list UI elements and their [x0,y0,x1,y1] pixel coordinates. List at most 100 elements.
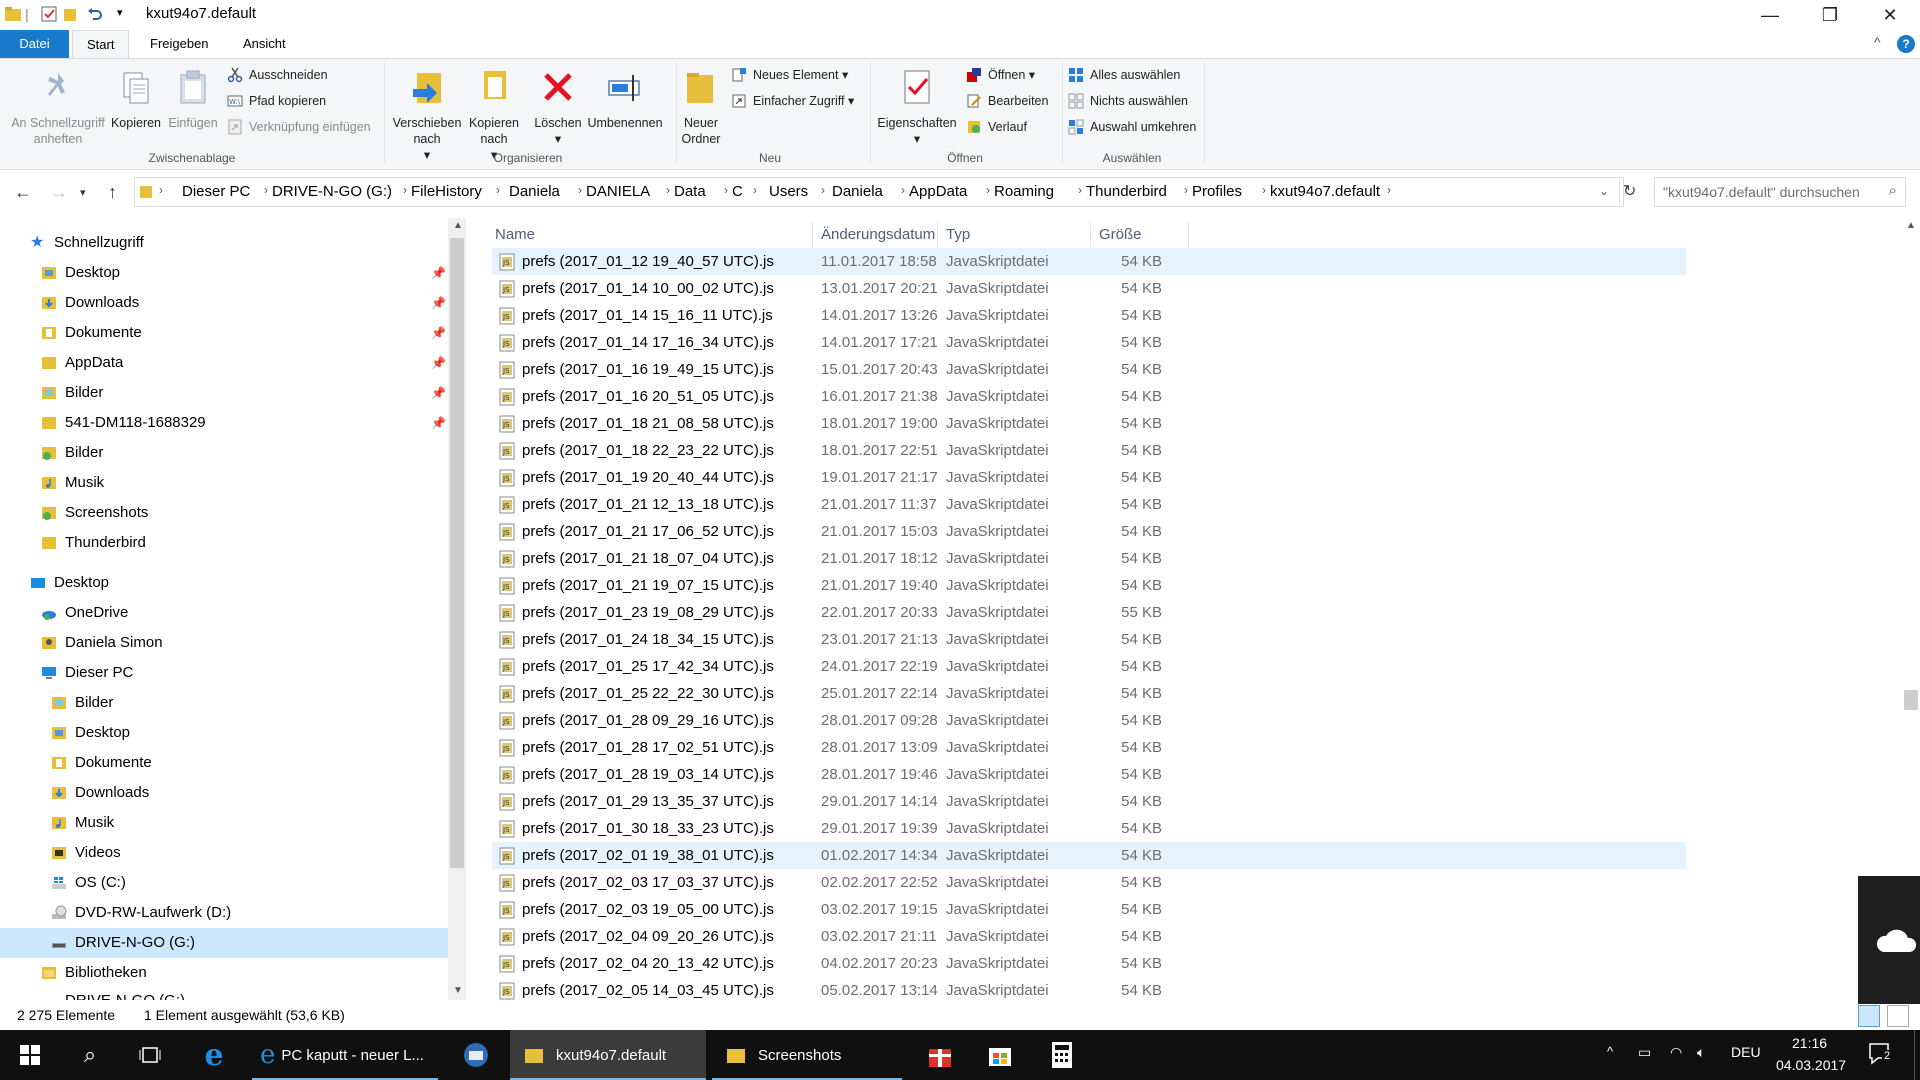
move-to-button[interactable]: Verschieben nach ▾ [388,63,466,163]
copy-to-button[interactable]: Kopieren nach ▾ [462,63,526,163]
file-row[interactable]: JS prefs (2017_01_14 10_00_02 UTC).js 13.0… [492,275,1686,302]
nav-quick-screenshots[interactable]: Screenshots [42,498,148,528]
file-row[interactable]: JS prefs (2017_01_14 15_16_11 UTC).js 14.0… [492,302,1686,329]
new-folder-quick-icon[interactable] [62,5,80,23]
invert-selection-button[interactable]: Auswahl umkehren [1068,117,1196,137]
nav-quick-desktop[interactable]: Desktop [42,258,120,288]
up-arrow-icon[interactable]: ↑ [108,182,117,203]
file-row[interactable]: JS prefs (2017_01_16 19_49_15 UTC).js 15.0… [492,356,1686,383]
nav-onedrive[interactable]: OneDrive [42,598,128,628]
file-row[interactable]: JS prefs (2017_01_12 19_40_57 UTC).js 11.0… [492,248,1686,275]
nav-pc-drive-c[interactable]: OS (C:) [52,868,126,898]
thunderbird-button[interactable] [446,1030,506,1080]
file-row[interactable]: JS prefs (2017_01_29 13_35_37 UTC).js 29.0… [492,788,1686,815]
scroll-down-icon[interactable]: ▼ [453,985,463,996]
clock-time[interactable]: 21:16 [1792,1035,1827,1051]
select-all-button[interactable]: Alles auswählen [1068,65,1180,85]
show-desktop-button[interactable] [1914,1030,1920,1080]
file-row[interactable]: JS prefs (2017_01_21 18_07_04 UTC).js 21.0… [492,545,1686,572]
nav-user[interactable]: Daniela Simon [42,628,163,658]
nav-this-pc[interactable]: Dieser PC [42,658,133,688]
collapse-ribbon-icon[interactable]: ^ [1874,34,1881,50]
breadcrumb-item[interactable]: Data [674,183,706,200]
breadcrumb-separator-icon[interactable]: › [986,183,990,197]
tab-view[interactable]: Ansicht [229,30,300,58]
calculator-button[interactable] [1032,1030,1092,1080]
new-item-button[interactable]: Neues Element ▾ [731,65,848,85]
refresh-icon[interactable]: ↻ [1623,181,1636,201]
search-icon[interactable]: ⌕ [1889,182,1897,199]
taskbar-app-ie[interactable]: e PC kaputt - neuer L... [252,1030,438,1080]
tab-home[interactable]: Start [72,30,130,58]
task-view-button[interactable] [120,1030,180,1080]
column-header-type[interactable]: Typ [938,222,1091,248]
breadcrumb-separator-icon[interactable]: › [753,183,757,197]
undo-icon[interactable] [86,5,104,23]
onedrive-notification[interactable] [1858,876,1920,1004]
store-button[interactable] [970,1030,1030,1080]
details-view-icon[interactable] [1858,1005,1880,1027]
nav-quick-access[interactable]: ★ Schnellzugriff [30,228,144,258]
pin-icon[interactable]: 📌 [431,386,446,400]
file-row[interactable]: JS prefs (2017_01_25 17_42_34 UTC).js 24.0… [492,653,1686,680]
select-none-button[interactable]: Nichts auswählen [1068,91,1188,111]
cut-button[interactable]: Ausschneiden [227,65,328,85]
file-row[interactable]: JS prefs (2017_01_28 09_29_16 UTC).js 28.0… [492,707,1686,734]
breadcrumb-item[interactable]: Roaming [994,183,1054,200]
close-button[interactable]: ✕ [1860,0,1920,30]
file-row[interactable]: JS prefs (2017_02_03 19_05_00 UTC).js 03.0… [492,896,1686,923]
paste-button[interactable]: Einfügen [164,63,222,131]
maximize-button[interactable]: ❐ [1800,0,1860,30]
breadcrumb-separator-icon[interactable]: › [724,183,728,197]
clock-date[interactable]: 04.03.2017 [1776,1057,1846,1073]
file-row[interactable]: JS prefs (2017_01_18 22_23_22 UTC).js 18.0… [492,437,1686,464]
edge-button[interactable]: e [182,1030,246,1080]
file-row[interactable]: JS prefs (2017_02_05 14_03_45 UTC).js 05.0… [492,977,1686,1000]
nav-pc-videos[interactable]: Videos [52,838,121,868]
tab-file[interactable]: Datei [0,30,69,58]
file-row[interactable]: JS prefs (2017_01_30 18_33_23 UTC).js 29.0… [492,815,1686,842]
copy-button[interactable]: Kopieren [106,63,166,131]
breadcrumb-item[interactable]: kxut94o7.default [1270,183,1380,200]
breadcrumb-item[interactable]: Thunderbird [1086,183,1167,200]
pin-icon[interactable]: 📌 [431,296,446,310]
nav-scrollbar-thumb[interactable] [450,238,464,868]
nav-drive-g-cut[interactable]: DRIVE-N-GO (G:) [65,986,185,1000]
forward-arrow-icon[interactable]: → [50,182,68,203]
nav-pc-documents[interactable]: Dokumente [52,748,152,778]
breadcrumb-item[interactable]: Daniela [509,183,560,200]
help-icon[interactable]: ? [1897,35,1915,53]
start-button[interactable] [0,1030,60,1080]
gift-app-button[interactable] [910,1030,970,1080]
breadcrumb-separator-icon[interactable]: › [821,183,825,197]
edit-button[interactable]: Bearbeiten [966,91,1048,111]
scroll-up-icon[interactable]: ▲ [453,220,463,231]
copy-path-button[interactable]: W:\ Pfad kopieren [227,91,326,111]
breadcrumb-item[interactable]: DANIELA [586,183,650,200]
breadcrumb-separator-icon[interactable]: › [496,183,500,197]
file-row[interactable]: JS prefs (2017_02_01 19_38_01 UTC).js 01.0… [492,842,1686,869]
breadcrumb-item[interactable]: Daniela [832,183,883,200]
file-row[interactable]: JS prefs (2017_02_03 17_03_37 UTC).js 02.0… [492,869,1686,896]
nav-pc-drive-d[interactable]: DVD-RW-Laufwerk (D:) [52,898,231,928]
file-row[interactable]: JS prefs (2017_01_19 20_40_44 UTC).js 19.0… [492,464,1686,491]
nav-desktop[interactable]: Desktop [31,568,109,598]
breadcrumb-separator-icon[interactable]: › [1184,183,1188,197]
file-list-scrollbar-thumb[interactable] [1904,690,1918,710]
back-arrow-icon[interactable]: ← [14,182,32,203]
breadcrumb-item[interactable]: Users [769,183,808,200]
battery-icon[interactable]: ▭ [1638,1044,1651,1061]
file-row[interactable]: JS prefs (2017_01_18 21_08_58 UTC).js 18.0… [492,410,1686,437]
open-button[interactable]: Öffnen ▾ [966,65,1035,85]
breadcrumb-item[interactable]: C [732,183,743,200]
properties-icon[interactable] [40,5,58,23]
history-button[interactable]: Verlauf [966,117,1027,137]
taskbar-app-explorer[interactable]: Screenshots [712,1030,902,1080]
file-row[interactable]: JS prefs (2017_01_21 17_06_52 UTC).js 21.0… [492,518,1686,545]
wifi-icon[interactable]: ◠ [1670,1044,1682,1061]
file-row[interactable]: JS prefs (2017_01_23 19_08_29 UTC).js 22.0… [492,599,1686,626]
breadcrumb-separator-icon[interactable]: › [1387,183,1391,197]
address-bar[interactable]: › Dieser PC › DRIVE-N-GO (G:) › FileHist… [134,177,1624,207]
volume-icon[interactable]: 🔈︎ [1697,1044,1705,1061]
search-button[interactable]: ⌕ [60,1030,120,1080]
